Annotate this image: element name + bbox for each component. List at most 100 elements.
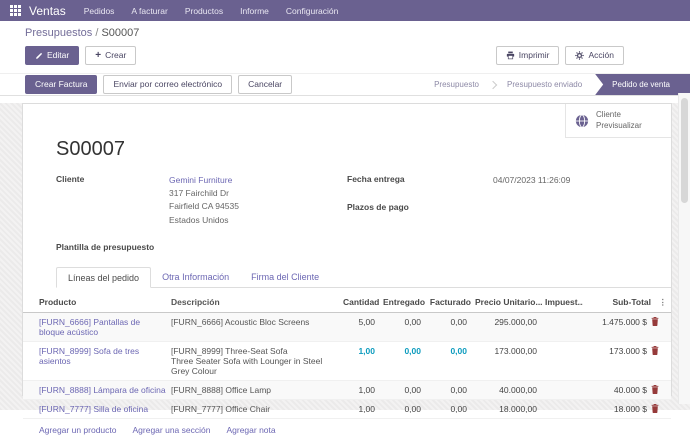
invoiced-cell: 0,00 [425,317,471,327]
invoiced-cell: 0,00 [425,346,471,356]
top-navbar: Ventas Pedidos A facturar Productos Info… [0,0,690,21]
create-button[interactable]: + Crear [85,46,136,65]
customer-preview-label: Cliente Previsualizar [596,110,642,131]
delivered-cell: 0,00 [379,346,425,356]
scrollbar-thumb[interactable] [681,98,688,203]
delete-row-icon[interactable] [651,346,667,355]
customer-preview-button[interactable]: Cliente Previsualizar [565,104,671,138]
cliente-label: Cliente [56,174,169,227]
subtotal-cell: 1.475.000 $ [579,317,651,327]
description-cell: [FURN_8999] Three-Seat SofaThree Seater … [171,346,339,376]
apps-grid-icon[interactable] [10,5,21,16]
header-producto[interactable]: Producto [39,297,171,307]
product-cell[interactable]: [FURN_7777] Silla de oficina [39,404,171,414]
delete-row-icon[interactable] [651,385,667,394]
printer-icon [506,51,515,60]
subtotal-cell: 173.000 $ [579,346,651,356]
globe-icon [575,114,589,128]
header-cantidad[interactable]: Cantidad [343,297,383,307]
edit-button[interactable]: Editar [25,46,79,65]
fecha-entrega-label: Fecha entrega [347,174,493,187]
table-row[interactable]: [FURN_6666] Pantallas de bloque acústico… [23,313,671,342]
unit-price-cell: 18.000,00 [471,404,541,414]
print-button[interactable]: Imprimir [496,46,560,65]
product-cell[interactable]: [FURN_8999] Sofa de tres asientos [39,346,171,366]
chevron-right-icon [489,80,497,88]
unit-price-cell: 40.000,00 [471,385,541,395]
subtotal-cell: 40.000 $ [579,385,651,395]
add-note-link[interactable]: Agregar nota [226,425,275,435]
invoiced-cell: 0,00 [425,404,471,414]
plantilla-label: Plantilla de presupuesto [56,242,169,252]
add-section-link[interactable]: Agregar una sección [133,425,211,435]
menu-a-facturar[interactable]: A facturar [131,6,167,16]
action-button[interactable]: Acción [565,46,624,65]
tab-otra-informacion[interactable]: Otra Información [151,267,240,287]
invoiced-cell: 0,00 [425,385,471,395]
breadcrumb: Presupuestos / S00007 [25,27,690,39]
header-precio-unitario[interactable]: Precio Unitario... [475,297,545,307]
qty-cell: 1,00 [339,346,379,356]
stage-pipeline: Presupuesto Presupuesto enviado Pedido d… [425,74,690,95]
delivered-cell: 0,00 [379,317,425,327]
header-facturado[interactable]: Facturado [429,297,475,307]
product-cell[interactable]: [FURN_8888] Lámpara de oficina [39,385,171,395]
qty-cell: 5,00 [339,317,379,327]
vertical-scrollbar [678,93,690,404]
stage-pedido-de-venta[interactable]: Pedido de venta [595,74,690,95]
qty-cell: 1,00 [339,385,379,395]
menu-informe[interactable]: Informe [240,6,269,16]
stage-presupuesto-enviado[interactable]: Presupuesto enviado [498,80,591,89]
table-row[interactable]: [FURN_7777] Silla de oficina [FURN_7777]… [23,400,671,419]
tab-firma-del-cliente[interactable]: Firma del Cliente [240,267,330,287]
app-brand[interactable]: Ventas [29,4,66,18]
add-product-link[interactable]: Agregar un producto [39,425,117,435]
menu-configuracion[interactable]: Configuración [286,6,338,16]
form-sheet: Cliente Previsualizar S00007 Cliente Gem… [22,103,672,396]
notebook-tabs: Líneas del pedido Otra Información Firma… [56,267,671,288]
product-cell[interactable]: [FURN_6666] Pantallas de bloque acústico [39,317,171,337]
menu-productos[interactable]: Productos [185,6,223,16]
menu-pedidos[interactable]: Pedidos [84,6,115,16]
optional-columns-icon[interactable]: ⋮ [655,297,667,308]
table-footer-links: Agregar un producto Agregar una sección … [23,419,671,441]
table-header-row: Producto Descripción Cantidad Entregado … [23,293,671,313]
statusbar: Crear Factura Enviar por correo electrón… [0,73,690,96]
description-cell: [FURN_6666] Acoustic Bloc Screens [171,317,339,327]
subtotal-cell: 18.000 $ [579,404,651,414]
control-panel: Presupuestos / S00007 Editar + Crear Imp… [0,21,690,73]
unit-price-cell: 295.000,00 [471,317,541,327]
form-view-background: Cliente Previsualizar S00007 Cliente Gem… [0,103,690,410]
fecha-entrega-value: 04/07/2023 11:26:09 [493,174,570,187]
header-entregado[interactable]: Entregado [383,297,429,307]
field-groups: Cliente Gemini Furniture 317 Fairchild D… [56,174,638,252]
breadcrumb-current: S00007 [101,27,139,39]
stage-presupuesto[interactable]: Presupuesto [425,80,488,89]
header-subtotal[interactable]: Sub-Total [583,297,655,307]
description-cell: [FURN_7777] Office Chair [171,404,339,414]
tab-lineas-del-pedido[interactable]: Líneas del pedido [56,267,151,288]
qty-cell: 1,00 [339,404,379,414]
delivered-cell: 0,00 [379,404,425,414]
description-cell: [FURN_8888] Office Lamp [171,385,339,395]
send-email-button[interactable]: Enviar por correo electrónico [103,75,232,94]
plus-icon: + [95,53,101,59]
table-row[interactable]: [FURN_8999] Sofa de tres asientos [FURN_… [23,342,671,381]
cliente-link[interactable]: Gemini Furniture [169,175,232,185]
delete-row-icon[interactable] [651,404,667,413]
create-invoice-button[interactable]: Crear Factura [25,75,97,94]
table-row[interactable]: [FURN_8888] Lámpara de oficina [FURN_888… [23,381,671,400]
order-lines-table: Producto Descripción Cantidad Entregado … [23,293,671,441]
header-descripcion[interactable]: Descripción [171,297,343,307]
cancel-button[interactable]: Cancelar [238,75,292,94]
cliente-value: Gemini Furniture 317 Fairchild Dr Fairfi… [169,174,239,227]
breadcrumb-presupuestos[interactable]: Presupuestos [25,27,92,39]
unit-price-cell: 173.000,00 [471,346,541,356]
delivered-cell: 0,00 [379,385,425,395]
order-title: S00007 [56,138,671,161]
delete-row-icon[interactable] [651,317,667,326]
gear-icon [575,51,584,60]
header-impuestos[interactable]: Impuest... [545,297,583,307]
pencil-icon [35,52,43,60]
plazos-pago-label: Plazos de pago [347,202,493,212]
